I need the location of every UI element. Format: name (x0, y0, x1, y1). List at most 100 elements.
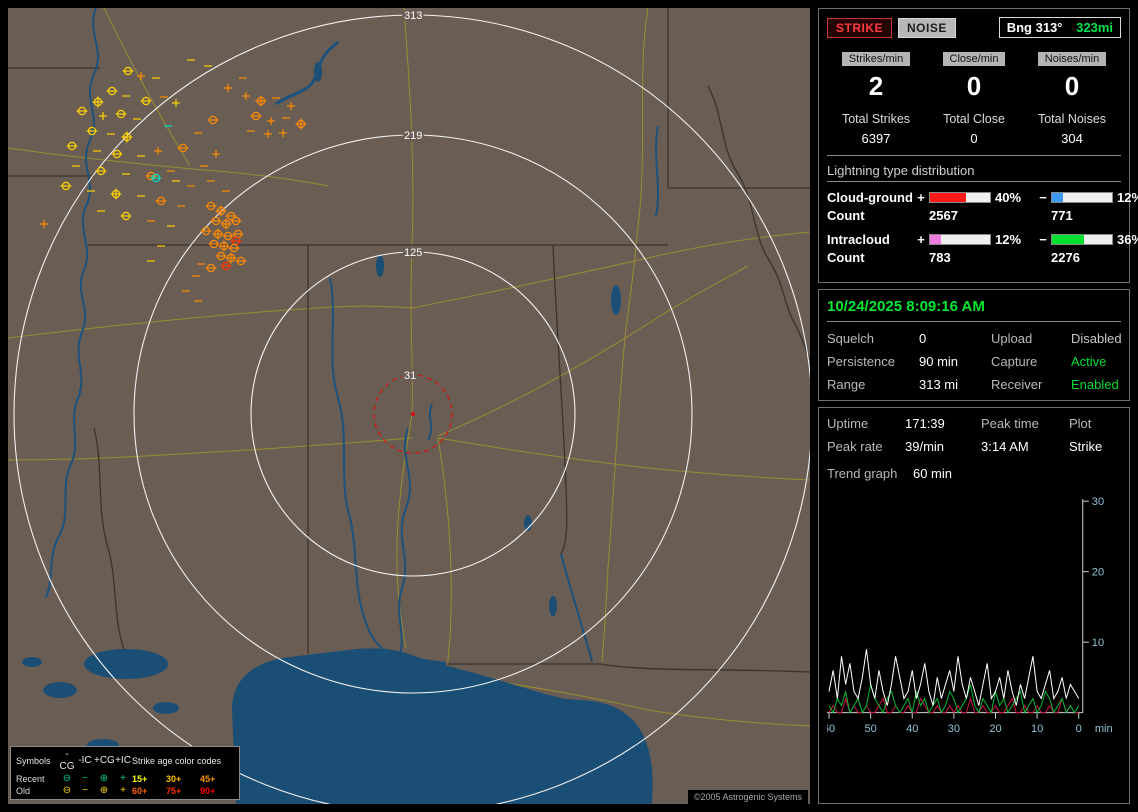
settings-grid: Squelch 0 Upload Disabled Persistence 90… (827, 330, 1122, 392)
total-noises-value: 304 (1061, 130, 1083, 146)
minus-sign: − (1039, 231, 1047, 247)
legend-age-code: 30+ (166, 774, 182, 784)
svg-text:0: 0 (1076, 723, 1082, 735)
svg-text:20: 20 (989, 723, 1001, 735)
legend-strike-glyph: ⊕ (99, 773, 109, 784)
peak-rate-value: 39/min (905, 438, 945, 454)
lightning-map[interactable]: 313 219 125 31 Symbols -CG -IC +CG +IC Stri… (8, 8, 810, 804)
squelch-label: Squelch (827, 330, 874, 346)
legend-type-header: +IC (115, 755, 131, 766)
legend-age-code: 60+ (132, 786, 148, 796)
capture-label: Capture (991, 353, 1038, 369)
strikes-per-min-badge: Strikes/min (841, 52, 911, 66)
range-value: 313 mi (919, 376, 959, 392)
trend-graph-label: Trend graph (827, 465, 898, 481)
svg-text:40: 40 (906, 723, 918, 735)
range-ring-label: 31 (404, 370, 416, 382)
peak-time-value: 3:14 AM (981, 438, 1029, 454)
ic-plus-bar (929, 233, 991, 245)
persistence-label: Persistence (827, 353, 895, 369)
range-ring-label: 313 (404, 10, 422, 22)
total-close-value: 0 (970, 130, 978, 146)
strike-mode-button[interactable]: STRIKE (827, 17, 893, 38)
distribution-title: Lightning type distribution (827, 163, 1121, 182)
legend-age-code: 45+ (200, 774, 216, 784)
counters-section: STRIKE NOISE Bng 313° 323mi Strikes/min … (818, 8, 1138, 283)
legend-age-code: 15+ (132, 774, 148, 784)
noise-mode-button[interactable]: NOISE (898, 17, 956, 38)
svg-text:50: 50 (864, 723, 876, 735)
minus-sign: − (1039, 189, 1047, 205)
close-per-min-value: 0 (966, 71, 982, 101)
map-svg: 313 219 125 31 (8, 8, 810, 804)
count-label: Count (827, 207, 865, 223)
range-ring-label: 219 (404, 130, 422, 142)
upload-status: Disabled (1071, 330, 1122, 346)
capture-status: Active (1071, 353, 1107, 369)
legend-age-code: 75+ (166, 786, 182, 796)
copyright-text: ©2005 Astrogenic Systems (687, 790, 808, 804)
uptime-label: Uptime (827, 415, 869, 431)
receiver-status: Enabled (1071, 376, 1119, 392)
intracloud-label: Intracloud (827, 231, 890, 247)
peak-time-label: Peak time (981, 415, 1039, 431)
trend-series (828, 649, 1080, 714)
strikes-per-min-value: 2 (868, 71, 884, 101)
ic-minus-pct: 36% (1117, 231, 1138, 247)
close-counter: Close/min 0 Total Close 0 (925, 50, 1023, 146)
legend-age-code: 90+ (200, 786, 216, 796)
legend-strike-glyph: ⊖ (62, 785, 72, 796)
range-label: Range (827, 376, 866, 392)
uptime-value: 171:39 (905, 415, 945, 431)
cg-plus-bar-fill (930, 192, 966, 202)
cg-plus-bar (929, 191, 991, 203)
map-legend: Symbols -CG -IC +CG +IC Strike age color… (10, 746, 240, 800)
svg-text:min: min (1095, 723, 1113, 735)
intracloud-row: Intracloud + 12% − 36% (827, 231, 1138, 247)
bearing-distance: 323mi (1076, 20, 1113, 35)
status-grid: Uptime 171:39 Peak time Plot Peak rate 3… (827, 416, 1121, 454)
ic-minus-count: 2276 (1051, 249, 1080, 265)
legend-age-header: Strike age color codes (132, 756, 222, 766)
legend-type-header: -IC (78, 755, 92, 766)
plus-sign: + (917, 231, 925, 247)
trend-window-value: 60 min (912, 465, 952, 481)
noises-per-min-value: 0 (1064, 71, 1080, 101)
total-noises-label: Total Noises (1037, 111, 1107, 126)
ic-minus-bar-fill (1052, 234, 1085, 244)
legend-strike-glyph: − (82, 773, 88, 784)
cg-minus-bar (1051, 191, 1113, 203)
legend-type-header: -CG (59, 749, 75, 772)
rate-counters: Strikes/min 2 Total Strikes 6397 Close/m… (827, 50, 1121, 146)
cg-minus-pct: 12% (1117, 189, 1138, 205)
close-per-min-badge: Close/min (942, 52, 1006, 66)
side-panel: STRIKE NOISE Bng 313° 323mi Strikes/min … (818, 8, 1138, 804)
cloud-ground-counts: Count 2567 771 (827, 208, 1121, 223)
peak-rate-label: Peak rate (827, 438, 883, 454)
strikes-counter: Strikes/min 2 Total Strikes 6397 (827, 50, 925, 146)
legend-row-label: Old (16, 786, 31, 796)
cg-plus-count: 2567 (929, 207, 958, 223)
svg-text:10: 10 (1031, 723, 1043, 735)
count-label: Count (827, 249, 865, 265)
intracloud-counts: Count 783 2276 (827, 250, 1121, 265)
legend-strike-glyph: + (120, 773, 126, 784)
trend-section: Uptime 171:39 Peak time Plot Peak rate 3… (818, 406, 1130, 804)
ic-plus-pct: 12% (995, 231, 1022, 247)
ic-plus-bar-fill (930, 234, 941, 244)
cg-plus-pct: 40% (995, 189, 1022, 205)
trend-graph: 10 20 30 60 50 40 30 20 10 0 min (827, 496, 1113, 735)
plot-value: Strike (1069, 438, 1103, 454)
legend-row-label: Recent (16, 774, 45, 784)
sensor-marker (411, 412, 415, 416)
bearing-readout: Bng 313° 323mi (998, 17, 1121, 38)
legend-type-header: +CG (94, 755, 115, 766)
noises-per-min-badge: Noises/min (1037, 52, 1107, 66)
range-ring-label: 125 (404, 247, 422, 259)
divider (827, 154, 1121, 156)
receiver-label: Receiver (991, 376, 1043, 392)
mode-row: STRIKE NOISE Bng 313° 323mi (827, 17, 1121, 38)
svg-text:60: 60 (827, 723, 835, 735)
bearing-label: Bng 313° (1006, 20, 1063, 35)
trend-series-strikes_per_min (828, 649, 1080, 706)
